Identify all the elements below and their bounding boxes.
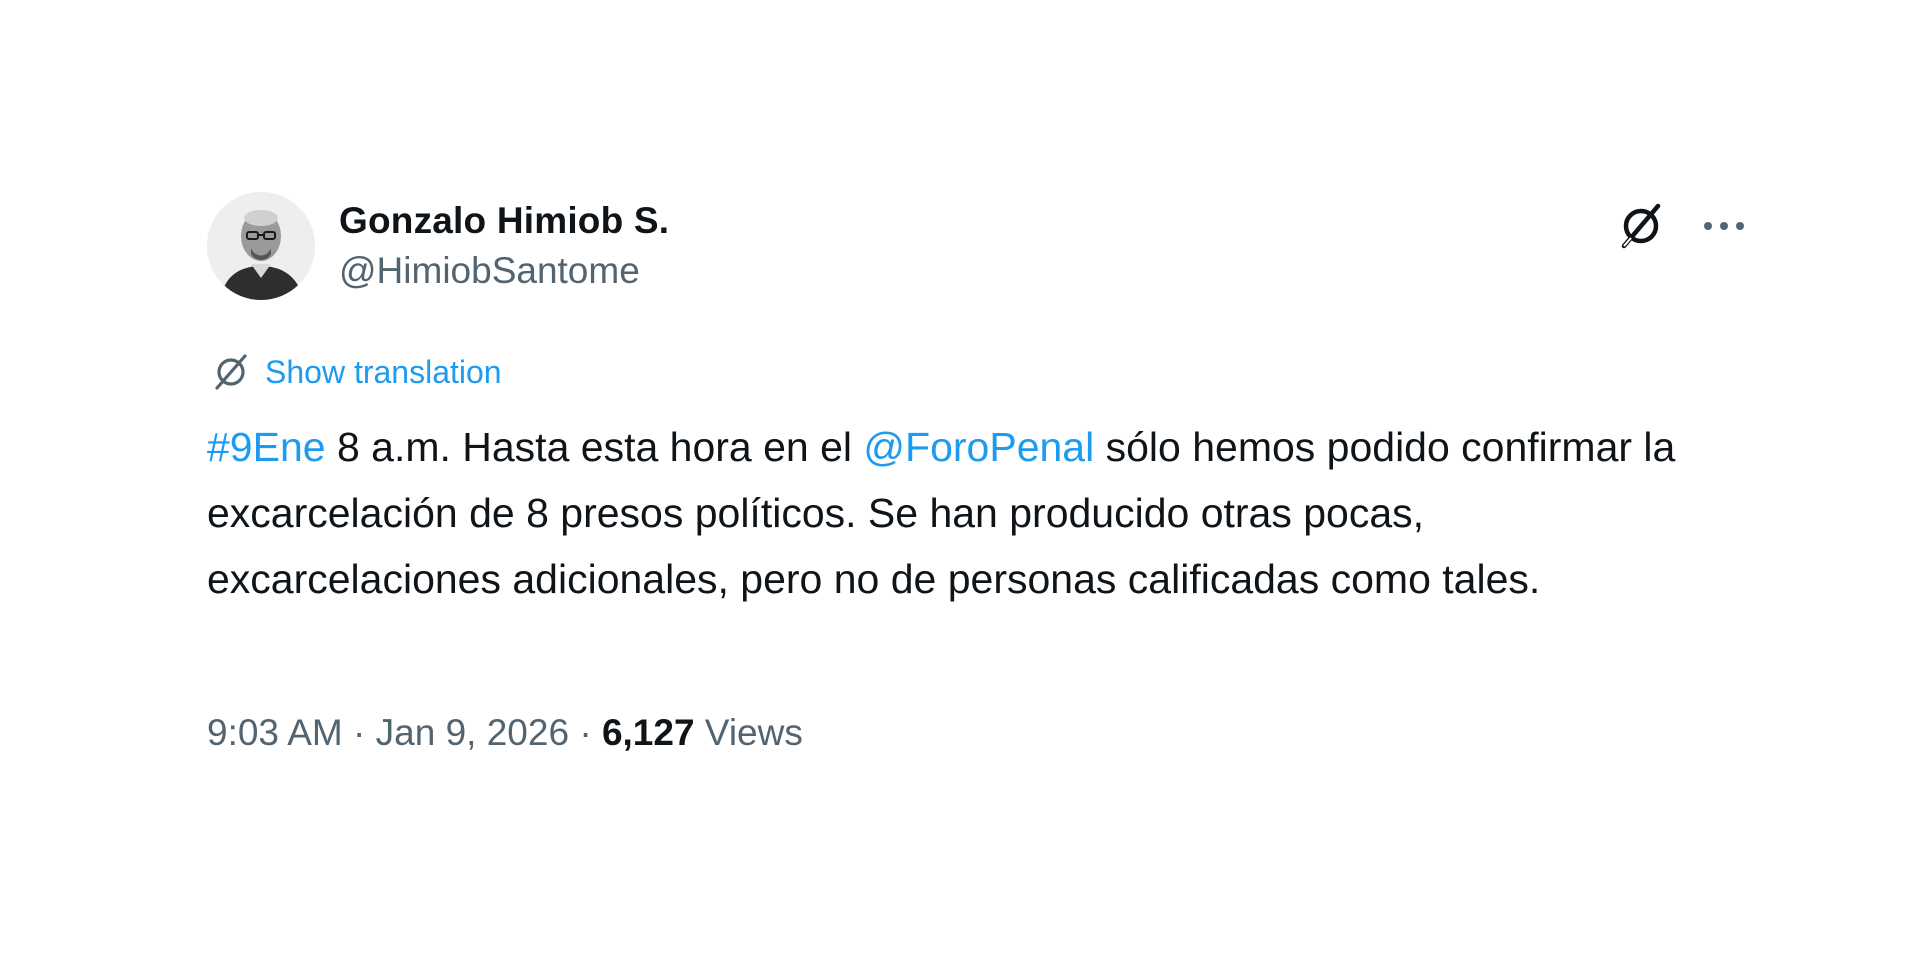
translate-icon xyxy=(215,354,247,390)
hashtag-link[interactable]: #9Ene xyxy=(207,424,326,470)
tweet-date[interactable]: Jan 9, 2026 xyxy=(376,712,569,753)
tweet-top-actions xyxy=(1615,200,1747,252)
tweet-text: #9Ene 8 a.m. Hasta esta hora en el @Foro… xyxy=(207,414,1727,612)
avatar[interactable] xyxy=(207,192,315,300)
more-icon xyxy=(1704,222,1744,230)
mention-link[interactable]: @ForoPenal xyxy=(863,424,1094,470)
author-display-name[interactable]: Gonzalo Himiob S. xyxy=(339,198,669,244)
author-block: Gonzalo Himiob S. @HimiobSantome xyxy=(339,198,669,294)
tweet-time[interactable]: 9:03 AM xyxy=(207,712,343,753)
tweet-text-part-1: 8 a.m. Hasta esta hora en el xyxy=(325,424,864,470)
more-options-button[interactable] xyxy=(1701,216,1747,236)
show-translation-label: Show translation xyxy=(265,354,502,390)
grok-button[interactable] xyxy=(1615,200,1667,252)
views-count[interactable]: 6,127 xyxy=(602,712,695,753)
tweet-metadata: 9:03 AM · Jan 9, 2026 · 6,127 Views xyxy=(207,710,803,756)
show-translation-button[interactable]: Show translation xyxy=(211,352,502,392)
grok-icon xyxy=(1621,203,1661,249)
meta-separator: · xyxy=(569,712,602,753)
avatar-image xyxy=(207,192,315,300)
views-label: Views xyxy=(694,712,803,753)
tweet-card: Gonzalo Himiob S. @HimiobSantome Show tr… xyxy=(207,186,1747,786)
meta-separator: · xyxy=(342,712,376,753)
author-handle[interactable]: @HimiobSantome xyxy=(339,248,669,294)
